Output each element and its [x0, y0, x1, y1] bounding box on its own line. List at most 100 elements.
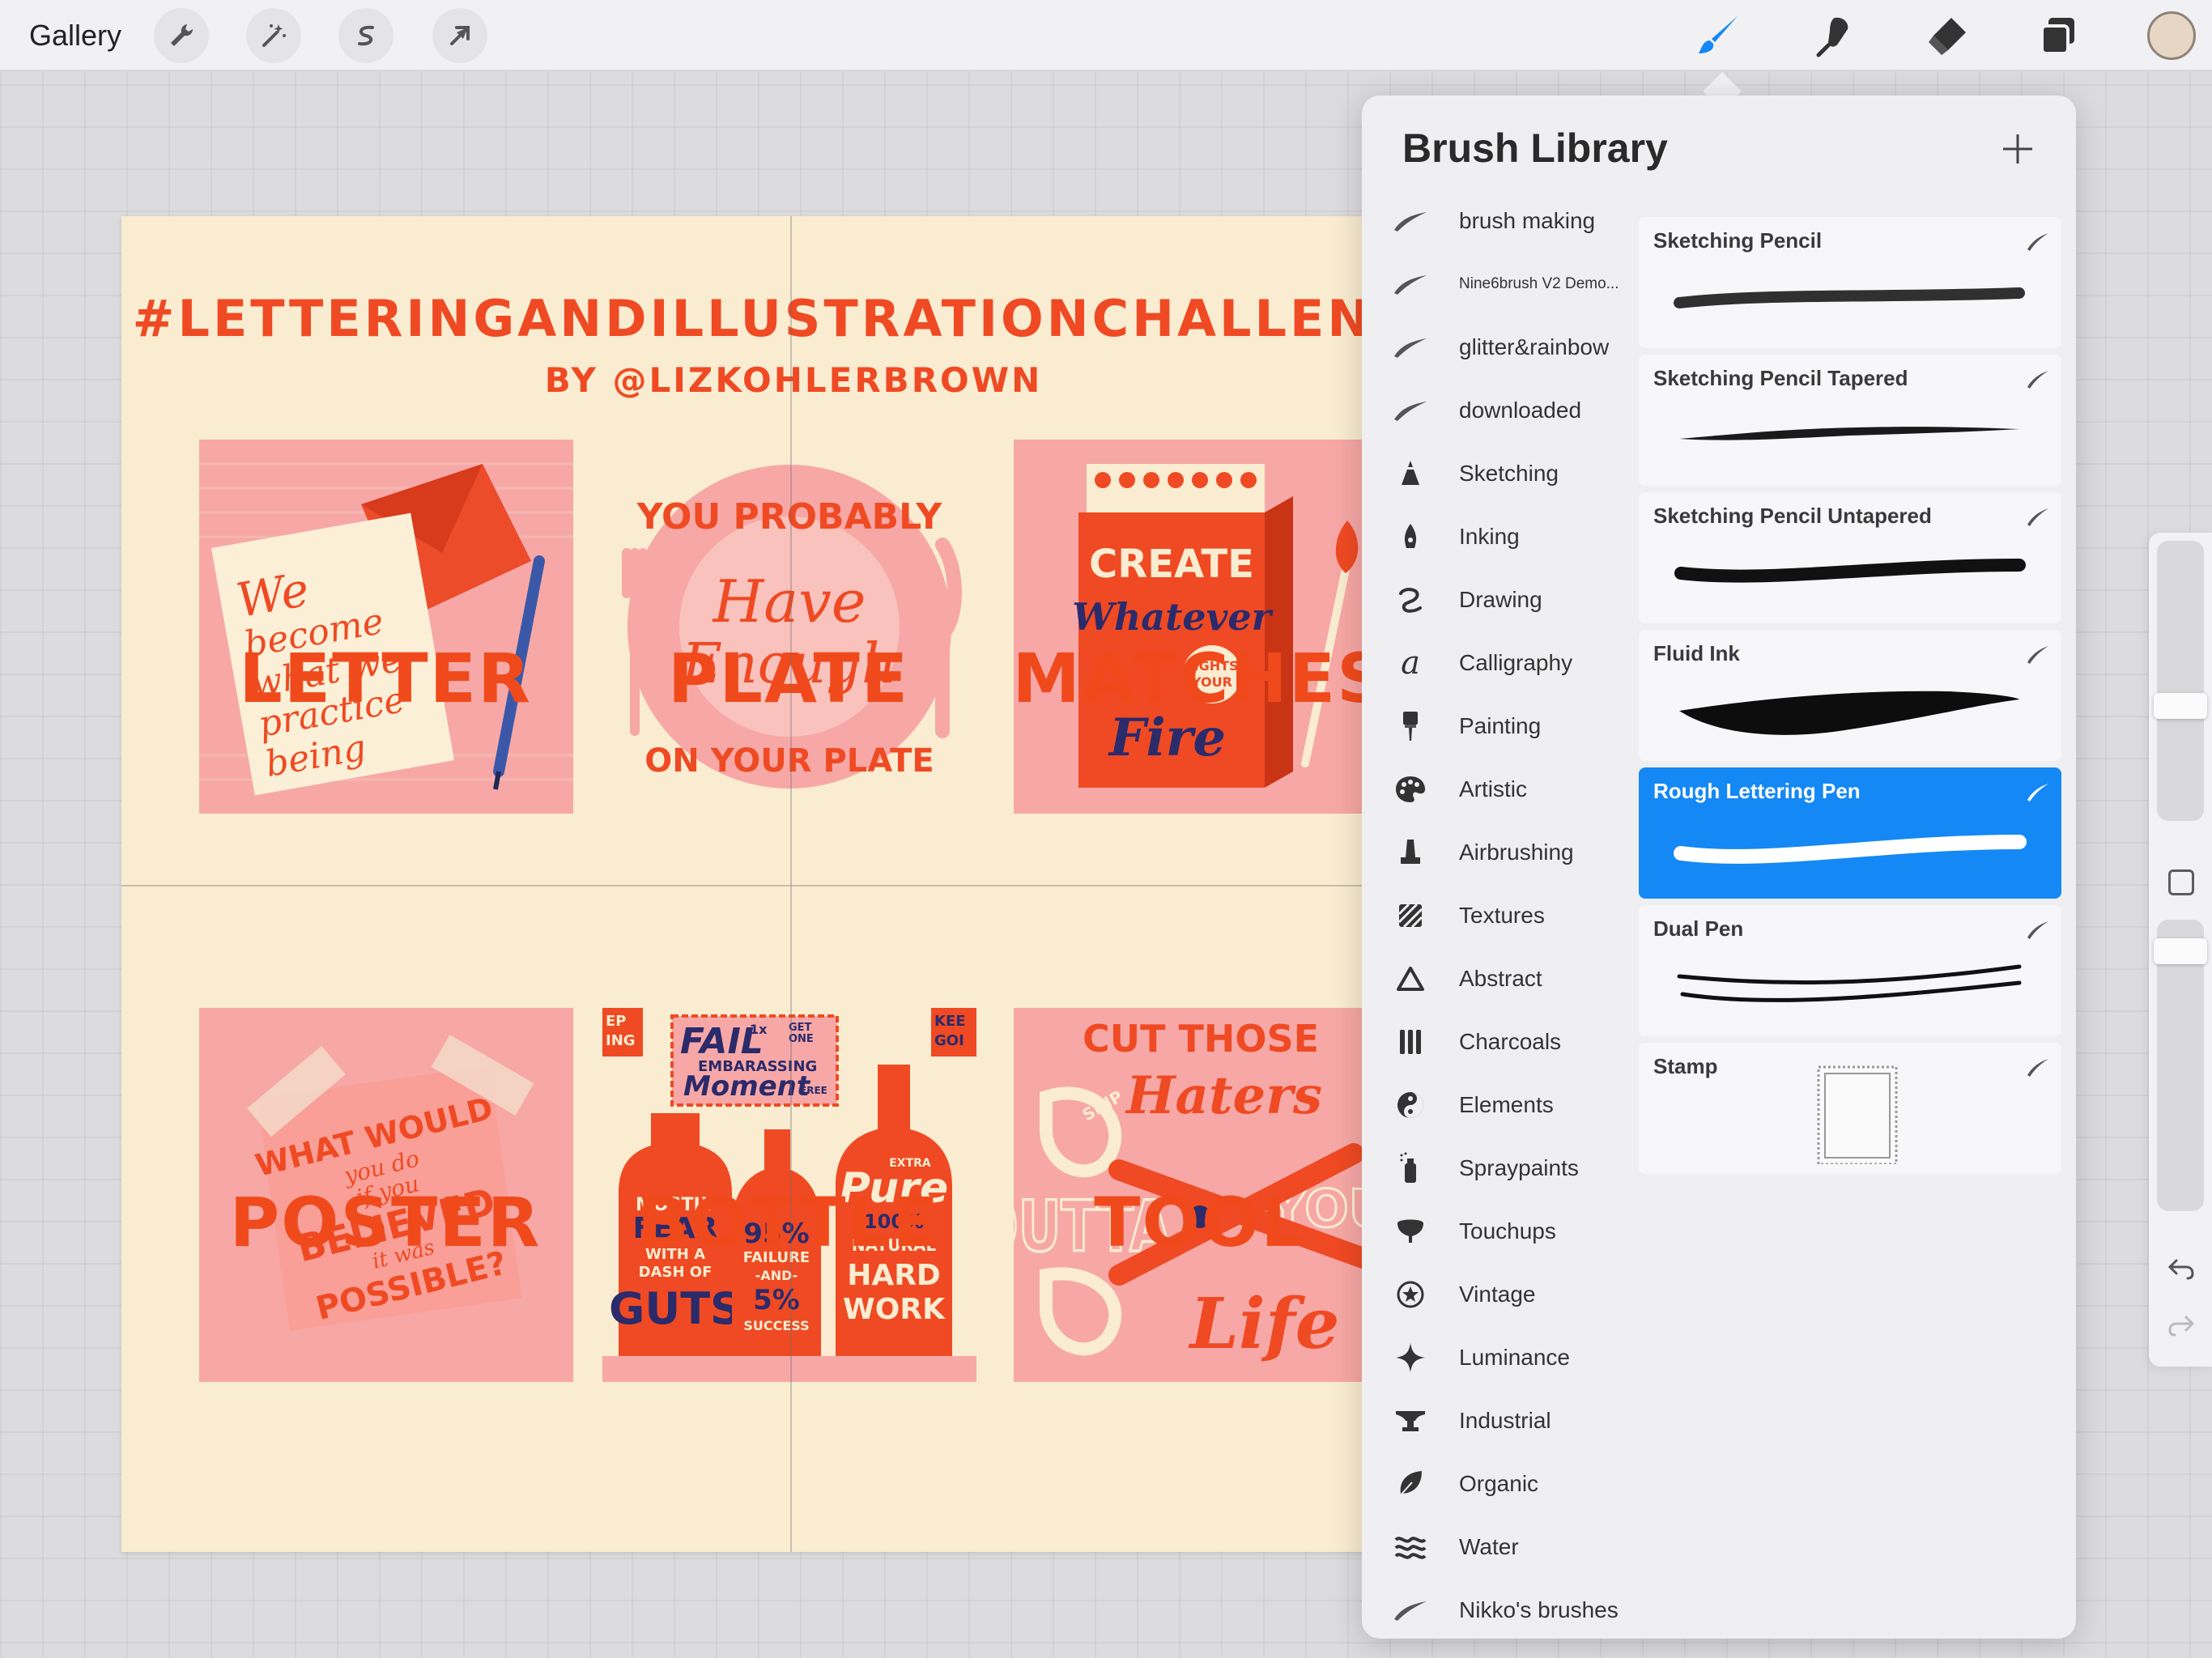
brush-set-charcoals[interactable]: Charcoals [1362, 1010, 1636, 1073]
brush-set-label: Charcoals [1459, 1029, 1562, 1054]
transform-arrow-icon[interactable] [432, 8, 487, 63]
touchup-icon [1389, 1210, 1431, 1252]
brush-set-label: Touchups [1459, 1218, 1556, 1244]
brush-set-textures[interactable]: Textures [1362, 884, 1636, 947]
brush-size-thumb[interactable] [2154, 693, 2207, 720]
calligraphy-a-icon: a [1401, 644, 1420, 682]
brush-list[interactable]: Sketching Pencil Sketching Pencil Tapere… [1639, 217, 2061, 1180]
brush-set-luminance[interactable]: Luminance [1362, 1326, 1636, 1389]
brush-set-organic[interactable]: Organic [1362, 1452, 1636, 1516]
brush-sketching-pencil[interactable]: Sketching Pencil [1639, 217, 2061, 348]
brush-set-abstract[interactable]: Abstract [1362, 947, 1636, 1010]
brush-name: Dual Pen [1653, 916, 1744, 941]
modify-button[interactable] [2168, 869, 2194, 895]
artwork-title: #LETTERINGANDILLUSTRATIONCHALLENGE [132, 289, 1369, 348]
brush-set-painting[interactable]: Painting [1362, 695, 1636, 758]
brush-set-label: Organic [1459, 1471, 1539, 1496]
brush-set-downloaded[interactable]: downloaded [1362, 379, 1636, 442]
brush-set-list[interactable]: brush making Nine6brush V2 Demo... glitt… [1362, 189, 1636, 1639]
brush-name: Sketching Pencil [1653, 228, 1823, 253]
brush-fluid-ink[interactable]: Fluid Ink [1639, 630, 2061, 761]
bottle-corner-left-2: ING [606, 1032, 636, 1049]
brush-set-airbrushing[interactable]: Airbrushing [1362, 821, 1636, 884]
brush-size-slider[interactable] [2157, 541, 2204, 821]
bottle-corner-right-1: KEE [934, 1013, 966, 1030]
brush-sketching-pencil-tapered[interactable]: Sketching Pencil Tapered [1639, 355, 2061, 486]
brush-set-water[interactable]: Water [1362, 1516, 1636, 1579]
wrench-icon[interactable] [154, 8, 209, 63]
layers-icon[interactable] [2032, 10, 2084, 62]
brush-sketching-pencil-untapered[interactable]: Sketching Pencil Untapered [1639, 492, 2061, 623]
brush-set-vintage[interactable]: Vintage [1362, 1263, 1636, 1326]
brush-set-touchups[interactable]: Touchups [1362, 1200, 1636, 1263]
magic-wand-icon[interactable] [246, 8, 301, 63]
brush-set-label: Inking [1459, 524, 1520, 549]
brush-set-label: Nine6brush V2 Demo... [1459, 275, 1619, 292]
brush-set-nikkos-brushes[interactable]: Nikko's brushes [1362, 1579, 1636, 1639]
matches-text-create: CREATE [1089, 542, 1254, 587]
brush-rough-lettering-pen[interactable]: Rough Lettering Pen [1639, 767, 2061, 899]
brush-stroke-icon [2027, 921, 2048, 939]
gallery-button[interactable]: Gallery [29, 15, 121, 57]
brush-set-label: Artistic [1459, 776, 1527, 801]
plate-center-text-1: Have [712, 568, 866, 636]
tool-text-top: CUT THOSE [1083, 1017, 1319, 1061]
brush-set-spraypaints[interactable]: Spraypaints [1362, 1137, 1636, 1200]
squiggle-icon [1389, 579, 1431, 621]
star-badge-icon [1389, 1273, 1431, 1316]
paint-brush-icon [1389, 705, 1431, 747]
brush-set-label: brush making [1459, 208, 1596, 233]
brush-set-elements[interactable]: Elements [1362, 1073, 1636, 1137]
brush-stroke-icon [1389, 263, 1431, 305]
brush-preview-stroke [1674, 835, 2027, 864]
top-toolbar: Gallery [0, 0, 2212, 71]
brush-set-inking[interactable]: Inking [1362, 505, 1636, 568]
color-swatch[interactable] [2147, 11, 2196, 60]
brush-set-nine6brush[interactable]: Nine6brush V2 Demo... [1362, 253, 1636, 316]
selection-icon[interactable] [338, 8, 393, 63]
brush-stroke-icon [1389, 389, 1431, 432]
yin-yang-icon [1389, 1084, 1431, 1126]
brush-stamp[interactable]: Stamp [1639, 1043, 2061, 1174]
undo-icon[interactable] [2165, 1253, 2197, 1286]
brush-set-calligraphy[interactable]: a Calligraphy [1362, 631, 1636, 695]
tool-text-life: Life [1188, 1283, 1340, 1365]
brush-dual-pen[interactable]: Dual Pen [1639, 905, 2061, 1036]
airbrush-icon [1389, 831, 1431, 874]
bottle3-text-5: HARD [847, 1259, 941, 1292]
bottle1-text-4: DASH OF [639, 1264, 713, 1281]
tile-label-bottle: BOTTLE [636, 1183, 941, 1262]
tile-matches-illustration: CREATE Whatever LIGHTS YOUR Fire [1014, 440, 1368, 814]
brush-library-title: Brush Library [1402, 125, 1668, 171]
tile-label-matches: MATCHES [1012, 639, 1368, 718]
brush-set-artistic[interactable]: Artistic [1362, 758, 1636, 821]
smudge-icon[interactable] [1807, 10, 1859, 62]
tile-label-plate: PLATE [667, 639, 910, 718]
brush-library-panel: Brush Library brush making Nine6brush V2… [1362, 96, 2076, 1639]
redo-icon[interactable] [2165, 1310, 2197, 1342]
brush-set-label: Spraypaints [1459, 1155, 1579, 1180]
brush-set-label: Painting [1459, 713, 1542, 738]
eraser-icon[interactable] [1921, 10, 1972, 62]
texture-icon [1389, 895, 1431, 937]
brush-set-label: Textures [1459, 903, 1545, 928]
anvil-icon [1389, 1400, 1431, 1442]
artwork-canvas[interactable]: #LETTERINGANDILLUSTRATIONCHALLENGE BY @L… [121, 216, 1368, 1552]
brush-set-label: Elements [1459, 1092, 1554, 1117]
brush-set-glitter-rainbow[interactable]: glitter&rainbow [1362, 316, 1636, 379]
brush-set-drawing[interactable]: Drawing [1362, 568, 1636, 631]
brush-stroke-icon [2027, 233, 2048, 251]
brush-set-brush-making[interactable]: brush making [1362, 189, 1636, 253]
brush-set-sketching[interactable]: Sketching [1362, 442, 1636, 505]
brush-set-label: Sketching [1459, 461, 1559, 486]
brush-icon[interactable] [1692, 10, 1744, 62]
brush-stroke-icon [1389, 200, 1431, 242]
brush-set-industrial[interactable]: Industrial [1362, 1389, 1636, 1452]
leaf-icon [1389, 1463, 1431, 1505]
plus-icon[interactable] [1993, 125, 2042, 173]
tool-text-haters: Haters [1125, 1065, 1322, 1126]
opacity-thumb[interactable] [2154, 937, 2207, 964]
bottle-ticket-one: ONE [789, 1033, 814, 1045]
tile-label-tool: TOOL [1094, 1183, 1306, 1262]
brush-name: Sketching Pencil Untapered [1653, 504, 1932, 528]
